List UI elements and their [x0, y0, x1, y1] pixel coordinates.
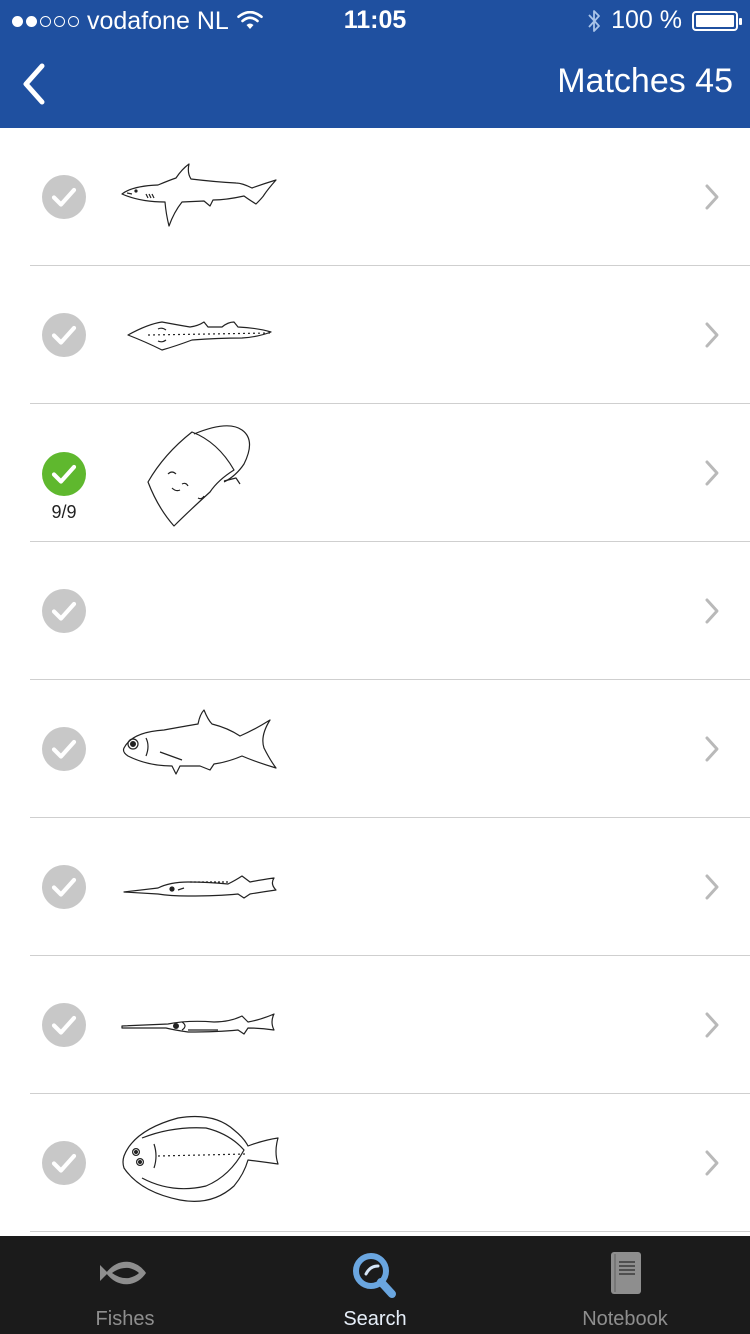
unmatched-check-icon — [42, 865, 86, 909]
tab-label-notebook: Notebook — [582, 1308, 668, 1330]
moray-eel-illustration — [118, 556, 284, 666]
notebook-icon — [500, 1250, 750, 1296]
shark-illustration — [118, 142, 284, 252]
pipefish-illustration — [118, 832, 284, 942]
match-row[interactable]: 9/9 — [0, 404, 750, 542]
chevron-right-icon — [704, 735, 720, 763]
match-row[interactable] — [0, 680, 750, 818]
tab-bar: Fishes Search Notebook — [0, 1236, 750, 1334]
flatfish-illustration — [118, 1108, 284, 1218]
unmatched-check-icon — [42, 727, 86, 771]
chevron-right-icon — [704, 183, 720, 211]
search-icon — [250, 1250, 500, 1298]
chevron-right-icon — [704, 1011, 720, 1039]
tab-notebook[interactable]: Notebook — [500, 1236, 750, 1334]
battery-percentage: 100 % — [611, 6, 682, 34]
unmatched-check-icon — [42, 313, 86, 357]
match-check-icon — [42, 452, 86, 496]
match-score: 9/9 — [51, 502, 77, 522]
match-row[interactable] — [0, 1094, 750, 1232]
unmatched-check-icon — [42, 175, 86, 219]
chevron-right-icon — [704, 597, 720, 625]
status-right: 100 % — [587, 6, 742, 35]
row-divider — [30, 1231, 750, 1232]
app-header: vodafone NL 11:05 100 % Matches 45 — [0, 0, 750, 128]
chevron-right-icon — [704, 1149, 720, 1177]
match-row[interactable] — [0, 956, 750, 1094]
chevron-right-icon — [704, 321, 720, 349]
match-row[interactable] — [0, 128, 750, 266]
fish-icon — [0, 1250, 250, 1296]
chevron-right-icon — [704, 873, 720, 901]
tab-label-fishes: Fishes — [95, 1308, 155, 1330]
herring-illustration — [118, 694, 284, 804]
tab-label-search: Search — [343, 1308, 407, 1330]
page-title: Matches 45 — [557, 62, 733, 100]
match-list: 9/9 — [0, 128, 750, 1236]
garfish-illustration — [118, 970, 284, 1080]
chevron-left-icon — [23, 63, 45, 105]
unmatched-check-icon — [42, 589, 86, 633]
unmatched-check-icon — [42, 1141, 86, 1185]
bluetooth-icon — [588, 9, 601, 32]
battery-icon — [692, 10, 742, 31]
stingray-illustration — [118, 418, 284, 528]
guitarfish-illustration — [118, 280, 284, 390]
unmatched-check-icon — [42, 1003, 86, 1047]
tab-fishes[interactable]: Fishes — [0, 1236, 250, 1334]
back-button[interactable] — [10, 56, 58, 112]
status-bar: vodafone NL 11:05 100 % — [0, 0, 750, 40]
chevron-right-icon — [704, 459, 720, 487]
navigation-bar: Matches 45 — [0, 40, 750, 128]
match-row[interactable] — [0, 266, 750, 404]
tab-search[interactable]: Search — [250, 1236, 500, 1334]
match-row[interactable] — [0, 542, 750, 680]
match-row[interactable] — [0, 818, 750, 956]
